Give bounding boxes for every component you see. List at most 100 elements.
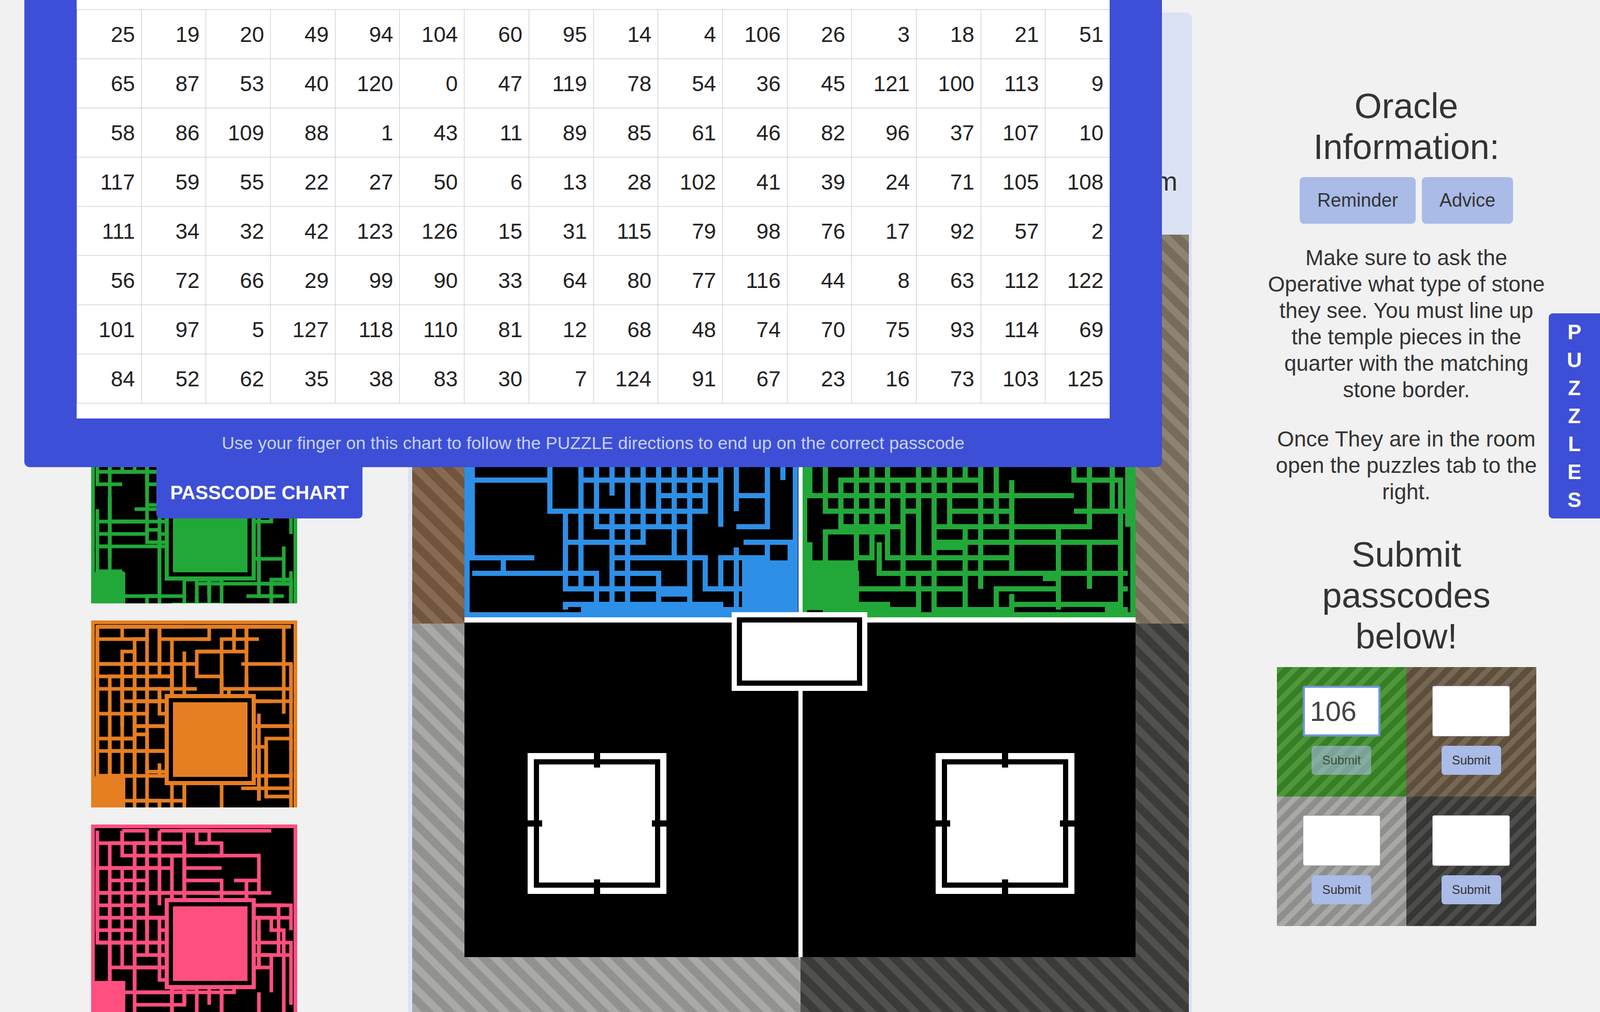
chart-cell[interactable]: 112 — [980, 255, 1046, 305]
chart-cell[interactable]: 2 — [1045, 206, 1110, 256]
chart-cell[interactable]: 109 — [206, 108, 271, 158]
chart-cell[interactable]: 76 — [787, 206, 852, 256]
chart-cell[interactable]: 73 — [915, 354, 981, 404]
chart-cell[interactable]: 121 — [851, 59, 917, 109]
chart-cell[interactable]: 117 — [77, 157, 142, 207]
passcode-input[interactable] — [1302, 815, 1381, 866]
temple-piece[interactable] — [807, 560, 858, 610]
chart-cell[interactable]: 55 — [206, 157, 271, 207]
chart-cell[interactable]: 61 — [658, 108, 723, 158]
chart-cell[interactable]: 6 — [464, 157, 530, 207]
chart-cell[interactable]: 68 — [593, 304, 659, 355]
chart-cell[interactable]: 77 — [658, 255, 723, 305]
chart-cell[interactable]: 36 — [722, 59, 788, 109]
passcode-input[interactable] — [1432, 685, 1510, 737]
chart-cell[interactable]: 70 — [787, 304, 852, 355]
temple-piece[interactable] — [742, 560, 793, 610]
chart-cell[interactable]: 92 — [915, 206, 981, 256]
chart-cell[interactable]: 8 — [851, 255, 917, 305]
chart-cell[interactable]: 23 — [787, 354, 852, 404]
chart-cell[interactable]: 1 — [335, 108, 400, 158]
chart-cell[interactable]: 63 — [915, 255, 981, 305]
chart-cell[interactable]: 89 — [528, 108, 594, 158]
passcode-chart-tab[interactable]: PASSCODE CHART — [156, 467, 363, 519]
chart-cell[interactable]: 53 — [206, 59, 271, 109]
passcode-input[interactable] — [1432, 815, 1510, 866]
chart-cell[interactable]: 113 — [980, 59, 1046, 109]
chart-cell[interactable]: 15 — [464, 206, 530, 256]
puzzles-tab[interactable]: PUZZLES — [1548, 313, 1600, 519]
chart-cell[interactable]: 31 — [528, 206, 594, 256]
chart-cell[interactable]: 65 — [77, 59, 142, 109]
chart-cell[interactable]: 7 — [528, 354, 594, 404]
submit-button[interactable]: Submit — [1441, 745, 1502, 775]
chart-cell[interactable]: 111 — [77, 206, 142, 256]
chart-cell[interactable]: 16 — [851, 354, 917, 404]
chart-cell[interactable]: 25 — [77, 9, 142, 60]
chart-cell[interactable]: 27 — [335, 157, 400, 207]
chart-cell[interactable]: 19 — [141, 9, 207, 60]
chart-cell[interactable]: 44 — [787, 255, 852, 305]
chart-cell[interactable]: 56 — [77, 255, 142, 305]
chart-cell[interactable]: 100 — [915, 59, 981, 109]
oracle-button[interactable]: Reminder — [1299, 177, 1416, 224]
oracle-button[interactable]: Advice — [1421, 177, 1514, 224]
chart-cell[interactable]: 59 — [141, 157, 207, 207]
chart-cell[interactable]: 47 — [464, 59, 530, 109]
chart-cell[interactable]: 60 — [464, 9, 530, 60]
chart-cell[interactable]: 26 — [787, 9, 852, 60]
chart-cell[interactable]: 21 — [980, 9, 1046, 60]
chart-cell[interactable]: 24 — [851, 157, 917, 207]
chart-cell[interactable]: 90 — [399, 255, 465, 305]
chart-cell[interactable]: 127 — [270, 304, 336, 355]
chart-cell[interactable]: 13 — [528, 157, 594, 207]
chart-cell[interactable]: 9 — [1045, 59, 1110, 109]
submit-button[interactable]: Submit — [1311, 875, 1372, 905]
chart-cell[interactable]: 30 — [464, 354, 530, 404]
chart-cell[interactable]: 101 — [77, 304, 142, 355]
chart-cell[interactable]: 79 — [658, 206, 723, 256]
chart-cell[interactable]: 83 — [399, 354, 465, 404]
chart-cell[interactable]: 94 — [335, 9, 400, 60]
chart-cell[interactable]: 105 — [980, 157, 1046, 207]
chart-cell[interactable]: 126 — [399, 206, 465, 256]
chart-cell[interactable]: 10 — [1045, 108, 1110, 158]
chart-cell[interactable]: 120 — [335, 59, 400, 109]
chart-cell[interactable]: 84 — [77, 354, 142, 404]
chart-cell[interactable]: 69 — [1045, 304, 1110, 355]
chart-cell[interactable]: 42 — [270, 206, 336, 256]
chart-cell[interactable]: 12 — [528, 304, 594, 355]
chart-cell[interactable]: 106 — [722, 9, 788, 60]
chart-cell[interactable]: 108 — [1045, 157, 1110, 207]
chart-cell[interactable]: 74 — [722, 304, 788, 355]
chart-cell[interactable]: 97 — [141, 304, 207, 355]
chart-cell[interactable]: 96 — [851, 108, 917, 158]
chart-cell[interactable]: 114 — [980, 304, 1046, 355]
chart-cell[interactable]: 104 — [399, 9, 465, 60]
chart-cell[interactable]: 11 — [464, 108, 530, 158]
chart-cell[interactable]: 91 — [658, 354, 723, 404]
chart-cell[interactable]: 46 — [722, 108, 788, 158]
chart-cell[interactable]: 122 — [1045, 255, 1110, 305]
chart-cell[interactable]: 28 — [593, 157, 659, 207]
chart-cell[interactable]: 64 — [528, 255, 594, 305]
chart-cell[interactable]: 4 — [658, 9, 723, 60]
chart-cell[interactable]: 3 — [851, 9, 917, 60]
chart-cell[interactable]: 80 — [593, 255, 659, 305]
chart-cell[interactable]: 37 — [915, 108, 981, 158]
chart-cell[interactable]: 95 — [528, 9, 594, 60]
temple-thumbnail[interactable] — [91, 620, 298, 808]
chart-cell[interactable]: 107 — [980, 108, 1046, 158]
chart-cell[interactable]: 116 — [722, 255, 788, 305]
chart-cell[interactable]: 52 — [141, 354, 207, 404]
temple-thumbnail[interactable] — [91, 824, 298, 1012]
chart-cell[interactable]: 118 — [335, 304, 400, 355]
chart-cell[interactable]: 119 — [528, 59, 594, 109]
chart-cell[interactable]: 22 — [270, 157, 336, 207]
chart-cell[interactable]: 43 — [399, 108, 465, 158]
chart-cell[interactable]: 18 — [915, 9, 981, 60]
chart-cell[interactable]: 72 — [141, 255, 207, 305]
chart-cell[interactable]: 81 — [464, 304, 530, 355]
chart-cell[interactable]: 87 — [141, 59, 207, 109]
chart-cell[interactable]: 98 — [722, 206, 788, 256]
